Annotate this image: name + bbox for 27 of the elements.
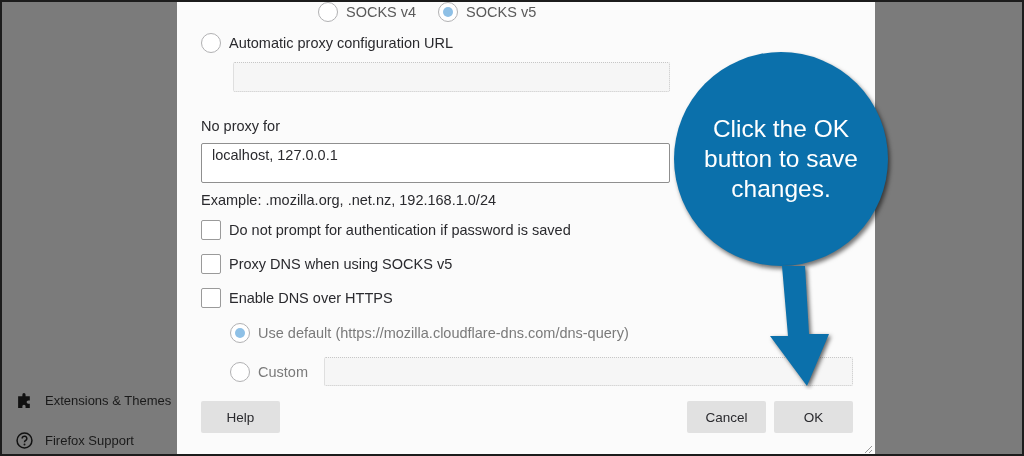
help-icon — [16, 431, 33, 449]
radio-label: SOCKS v5 — [466, 4, 537, 20]
radio-label: Custom — [258, 363, 308, 380]
resize-grip-icon[interactable] — [863, 444, 873, 454]
url-field[interactable] — [233, 62, 670, 92]
cancel-button[interactable]: Cancel — [687, 401, 766, 433]
radio-label: SOCKS v4 — [346, 4, 417, 20]
hint-text: Example: .mozilla.org, .net.nz, 192.168.1.0/24 — [201, 192, 496, 208]
sidebar-item[interactable]: Extensions & Themes — [45, 392, 172, 408]
radio-button[interactable] — [438, 2, 459, 22]
checkbox[interactable] — [201, 288, 221, 308]
checkbox-label: Do not prompt for authentication if password is saved — [229, 222, 571, 238]
field-label: No proxy for — [201, 118, 280, 134]
puzzle-icon — [16, 391, 33, 409]
checkbox[interactable] — [201, 220, 221, 240]
checkbox[interactable] — [201, 254, 221, 274]
checkbox-label: Enable DNS over HTTPS — [229, 290, 393, 306]
no-proxy-field[interactable]: localhost, 127.0.0.1 — [201, 143, 670, 183]
ok-button[interactable]: OK — [774, 401, 853, 433]
radio-button[interactable] — [201, 33, 221, 53]
radio-label: Automatic proxy configuration URL — [229, 35, 454, 51]
custom-url-field[interactable] — [323, 357, 853, 386]
radio-button[interactable] — [318, 2, 338, 22]
radio-label: Use default (https://mozilla.cloudflare-dns.com/dns-query) — [258, 325, 629, 341]
help-button[interactable]: Help — [201, 401, 280, 433]
checkbox-label: Proxy DNS when using SOCKS v5 — [229, 256, 453, 272]
sidebar-item[interactable]: Firefox Support — [45, 432, 134, 448]
